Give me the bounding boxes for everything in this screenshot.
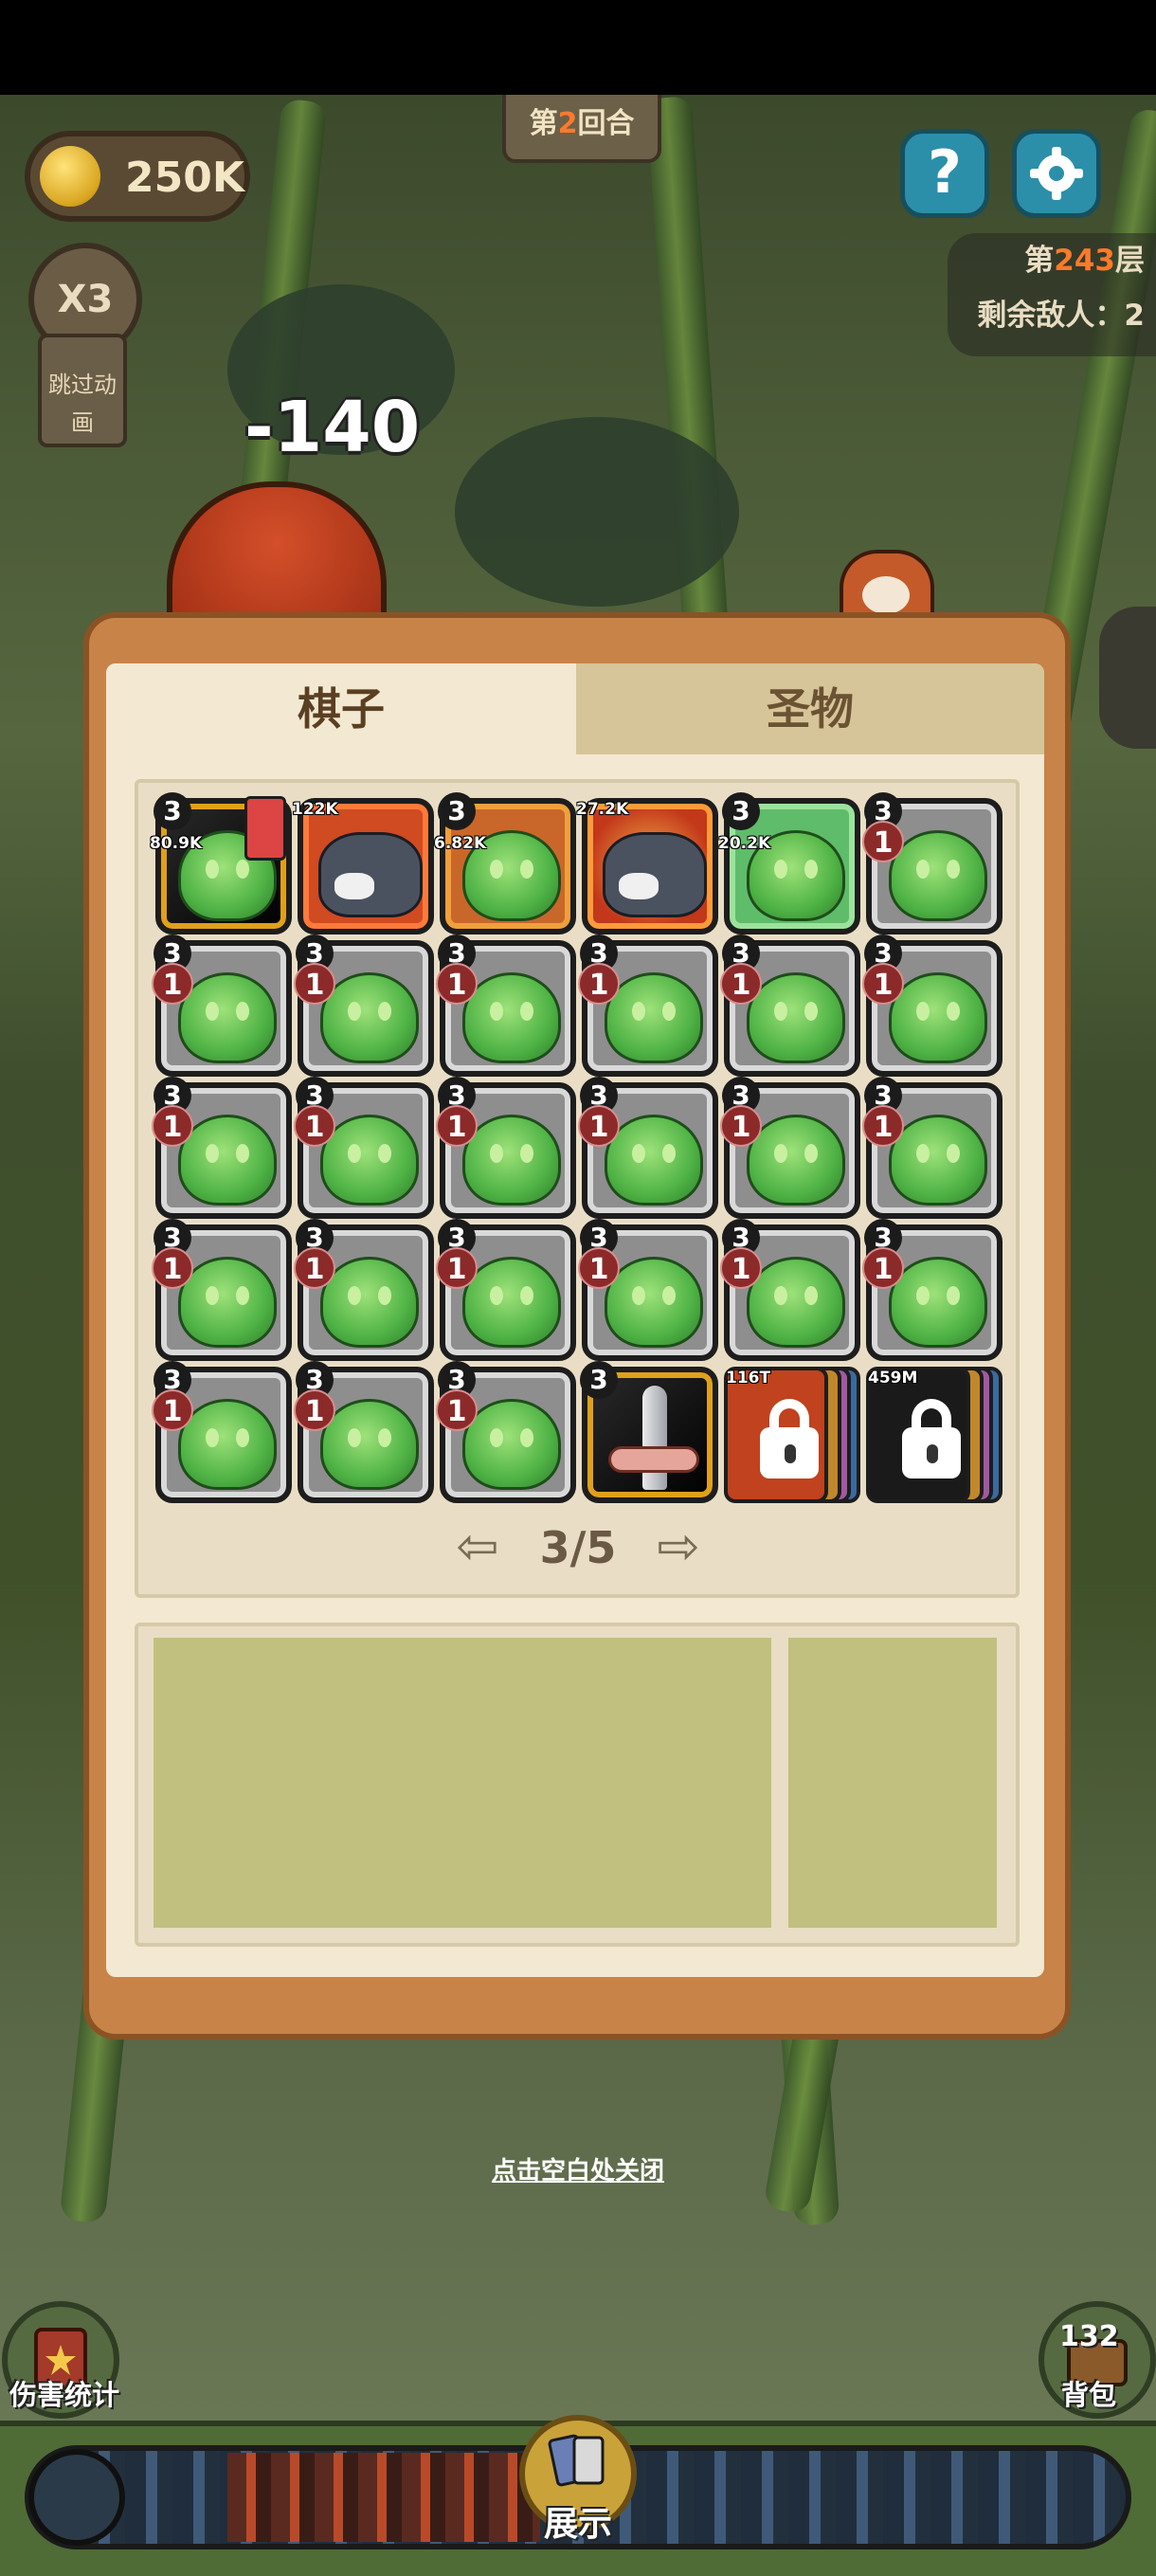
piece-star-badge: 1 — [294, 1389, 335, 1431]
coin-icon — [40, 146, 100, 207]
tab-chess-pieces[interactable]: 棋子 — [106, 663, 576, 754]
skip-label-line1: 跳过动 — [48, 372, 117, 398]
damage-tag: 122K — [292, 800, 338, 819]
enemies-remaining: 剩余敌人：2 — [977, 299, 1145, 333]
damage-tag: 27.2K — [576, 800, 629, 819]
bag-label: 背包 — [1061, 2379, 1117, 2411]
piece-level-badge: 3 — [154, 792, 191, 830]
locked-piece-slot[interactable]: 116T — [724, 1367, 860, 1509]
piece-star-badge: 1 — [720, 963, 762, 1005]
piece-star-badge: 1 — [578, 1247, 620, 1289]
question-mark-icon: ? — [928, 137, 962, 207]
piece-star-badge: 1 — [152, 1389, 193, 1431]
coin-counter: 250K — [25, 131, 250, 222]
piece-star-badge: 1 — [720, 1247, 762, 1289]
round-indicator: 第2回合 — [502, 95, 661, 163]
skip-label-line2: 画 — [71, 409, 94, 436]
locked-piece-slot[interactable]: 459M — [866, 1367, 1002, 1509]
prev-page-icon[interactable]: ⇦ — [455, 1521, 500, 1572]
piece-star-badge: 1 — [152, 1247, 193, 1289]
sword-ring — [608, 1446, 699, 1473]
damage-tag: 116T — [726, 1369, 771, 1388]
skip-animation-button[interactable]: 跳过动 画 — [38, 334, 127, 447]
settings-button[interactable] — [1012, 129, 1101, 218]
floor-label: 第243层 — [1024, 244, 1145, 278]
piece-star-badge: 1 — [720, 1105, 762, 1147]
next-page-icon[interactable]: ⇨ — [656, 1521, 701, 1572]
damage-popup: -140 — [244, 387, 421, 468]
status-bar — [0, 0, 1156, 95]
piece-star-badge: 1 — [294, 963, 335, 1005]
floor-info: 第243层 剩余敌人：2 — [948, 233, 1156, 356]
sword-icon — [642, 1386, 667, 1490]
gear-icon — [1030, 147, 1083, 200]
coin-amount: 250K — [125, 154, 244, 202]
tab-relics[interactable]: 圣物 — [576, 663, 1044, 754]
piece-level-badge: 3 — [580, 1361, 618, 1399]
wolf-icon — [603, 832, 707, 917]
card-track-red-section — [227, 2453, 540, 2542]
red-panda-enemy — [840, 550, 934, 620]
bush — [455, 417, 739, 607]
damage-tag: 80.9K — [150, 834, 203, 853]
piece-star-badge: 1 — [152, 963, 193, 1005]
piece-star-badge: 1 — [578, 1105, 620, 1147]
damage-tag: 6.82K — [434, 834, 487, 853]
piece-star-badge: 1 — [294, 1105, 335, 1147]
help-button[interactable]: ? — [900, 129, 989, 218]
piece-level-badge: 3 — [722, 792, 760, 830]
page-indicator: 3/5 — [539, 1522, 617, 1573]
close-hint[interactable]: 点击空白处关闭 — [0, 2151, 1156, 2186]
piece-star-badge: 1 — [436, 963, 478, 1005]
piece-star-badge: 1 — [436, 1247, 478, 1289]
piece-level-badge: 3 — [438, 792, 476, 830]
piece-star-badge: 1 — [294, 1247, 335, 1289]
draw-pile-icon[interactable] — [28, 2449, 125, 2546]
piece-star-badge: 1 — [578, 963, 620, 1005]
round-prefix: 第 — [529, 107, 558, 140]
piece-star-badge: 1 — [436, 1105, 478, 1147]
piece-star-badge: 1 — [436, 1389, 478, 1431]
round-number: 2 — [557, 107, 578, 140]
speed-label: X3 — [57, 278, 114, 321]
damage-tag: 459M — [868, 1369, 918, 1388]
equipped-mini-card — [244, 796, 286, 861]
enemy-edge — [1099, 607, 1156, 749]
piece-star-badge: 1 — [152, 1105, 193, 1147]
show-label: 展示 — [543, 2505, 612, 2544]
damage-stats-label: 伤害统计 — [9, 2379, 120, 2411]
detail-side-panel — [788, 1638, 997, 1928]
pager: ⇦ 3/5 ⇨ — [455, 1516, 701, 1579]
piece-star-badge: 1 — [862, 821, 904, 862]
wolf-icon — [318, 832, 423, 917]
piece-star-badge: 1 — [862, 963, 904, 1005]
piece-star-badge: 1 — [862, 1105, 904, 1147]
round-suffix: 回合 — [577, 107, 635, 140]
detail-description-panel — [154, 1638, 771, 1928]
damage-tag: 20.2K — [718, 834, 771, 853]
bag-count: 132 — [1059, 2320, 1119, 2353]
piece-star-badge: 1 — [862, 1247, 904, 1289]
